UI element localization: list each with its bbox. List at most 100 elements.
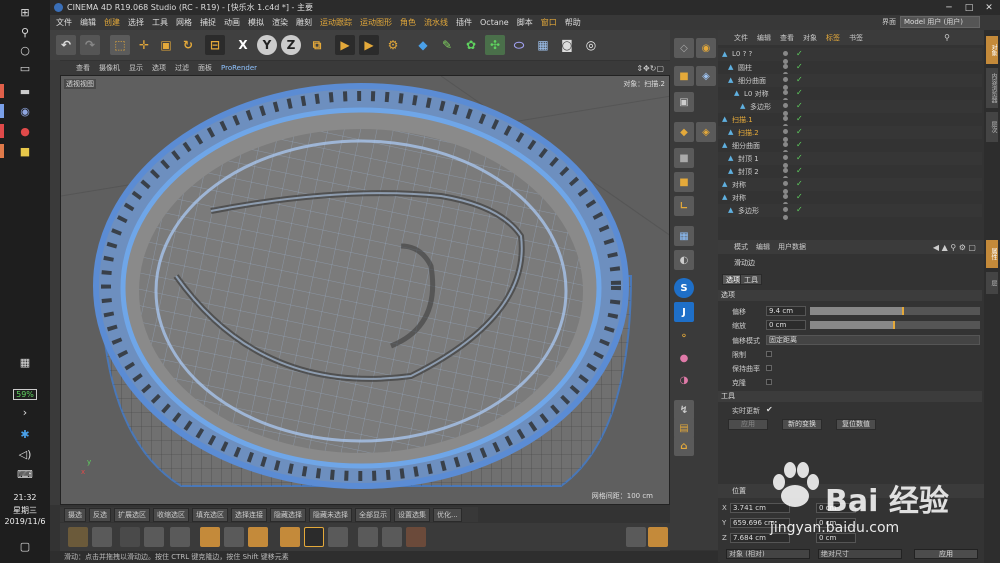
palette-j-icon[interactable]: J	[674, 302, 694, 322]
grid-icon[interactable]	[406, 527, 426, 547]
menu-tools[interactable]: 工具	[152, 17, 168, 28]
menu-create[interactable]: 创建	[104, 17, 120, 28]
workplane-icon[interactable]	[382, 527, 402, 547]
palette-icon-10[interactable]: ▦	[674, 226, 694, 246]
keyboard-icon[interactable]: ⌨	[0, 464, 50, 484]
axis-mode-icon[interactable]	[328, 527, 348, 547]
scale-tool-icon[interactable]: ▣	[156, 35, 176, 55]
menu-mesh[interactable]: 网格	[176, 17, 192, 28]
object-tree-row[interactable]: ▲ 对称 ✓	[718, 191, 982, 207]
viewport-nav-icons[interactable]: ⇕✥↻▢	[636, 64, 664, 73]
redo-icon[interactable]: ↷	[80, 35, 100, 55]
clone-checkbox[interactable]	[766, 379, 772, 385]
menu-window[interactable]: 窗口	[541, 17, 557, 28]
battery-indicator[interactable]: 59%	[0, 384, 50, 404]
pen-tool-icon[interactable]	[120, 527, 140, 547]
subdivision-surface-icon[interactable]: ✿	[461, 35, 481, 55]
object-tree-row[interactable]: ▲ 多边形 ✓	[718, 100, 982, 116]
coord-apply-button[interactable]: 应用	[914, 549, 978, 559]
snap-icon[interactable]	[358, 527, 378, 547]
side-tab-objects[interactable]: 对象	[986, 36, 998, 64]
knife-tool-icon[interactable]	[92, 527, 112, 547]
tab-select-all[interactable]: 摄选	[64, 507, 86, 522]
offset-slider[interactable]	[810, 307, 980, 315]
offset-field[interactable]: 9.4 cm	[766, 306, 806, 316]
notification-icon[interactable]: ▢	[0, 536, 50, 556]
move-tool-icon[interactable]: ✛	[134, 35, 154, 55]
om-search-icon[interactable]: ⚲	[944, 33, 950, 42]
object-tree-row[interactable]: ▲ 对称 ✓	[718, 178, 982, 194]
extrude-tool-icon[interactable]	[144, 527, 164, 547]
om-menu-edit[interactable]: 编辑	[757, 33, 771, 43]
menu-character[interactable]: 角色	[400, 17, 416, 28]
visibility-dots[interactable]	[782, 76, 792, 90]
tab-shrink[interactable]: 收缩选区	[153, 507, 189, 522]
coordinate-system-icon[interactable]: ⧉	[307, 35, 327, 55]
cube-primitive-icon[interactable]: ◆	[413, 35, 433, 55]
array-generator-icon[interactable]: ✣	[485, 35, 505, 55]
enabled-check-icon[interactable]: ✓	[796, 75, 803, 84]
visibility-dots[interactable]	[782, 154, 792, 168]
bottom-extra-icon-1[interactable]	[626, 527, 646, 547]
am-menu-userdata[interactable]: 用户数据	[778, 242, 806, 252]
visibility-dots[interactable]	[782, 167, 792, 181]
visibility-dots[interactable]	[782, 128, 792, 142]
palette-icon-4[interactable]: ▣	[674, 92, 694, 112]
menu-help[interactable]: 帮助	[565, 17, 581, 28]
texture-mode-icon[interactable]	[304, 527, 324, 547]
visibility-dots[interactable]	[782, 141, 792, 155]
palette-icon-9[interactable]: ∟	[674, 196, 694, 216]
om-menu-bookmarks[interactable]: 书签	[849, 33, 863, 43]
menu-mograph[interactable]: 运动图形	[360, 17, 392, 28]
palette-icon-7[interactable]: ■	[674, 148, 694, 168]
om-menu-objects[interactable]: 对象	[803, 33, 817, 43]
app-red-icon[interactable]: ●	[0, 121, 50, 141]
palette-icon-8[interactable]: ■	[674, 172, 694, 192]
object-tree-row[interactable]: ▲ L0 对称 ✓	[718, 87, 982, 103]
model-mode-icon[interactable]	[280, 527, 300, 547]
menu-sculpt[interactable]: 雕刻	[296, 17, 312, 28]
palette-icon-12[interactable]: ↯	[674, 400, 694, 420]
app-yellow-icon[interactable]: ■	[0, 141, 50, 161]
tab-hide-selected[interactable]: 隐藏选择	[270, 507, 306, 522]
object-tree-row[interactable]: ▲ 封顶 2 ✓	[718, 165, 982, 181]
tab-show-all[interactable]: 全部显示	[355, 507, 391, 522]
palette-icon-3[interactable]: ◈	[696, 66, 716, 86]
camera-icon[interactable]: ◙	[557, 35, 577, 55]
palette-icon-5[interactable]: ◆	[674, 122, 694, 142]
render-picture-viewer-icon[interactable]: ▶	[359, 35, 379, 55]
palette-icon-13[interactable]: ▤	[674, 418, 694, 438]
coord-mode-select[interactable]: 对象 (相对)	[726, 549, 810, 559]
enabled-check-icon[interactable]: ✓	[796, 127, 803, 136]
palette-icon-1[interactable]: ◇	[674, 38, 694, 58]
menu-animate[interactable]: 动画	[224, 17, 240, 28]
keep-curvature-checkbox[interactable]	[766, 365, 772, 371]
polygons-mode-icon[interactable]	[248, 527, 268, 547]
tray-app-icon[interactable]: ✱	[0, 424, 50, 444]
object-tree-row[interactable]: ▲ 圆柱 ✓	[718, 61, 982, 77]
new-transform-button[interactable]: 新的变换	[782, 419, 822, 430]
menu-snap[interactable]: 捕捉	[200, 17, 216, 28]
palette-sphere2-icon[interactable]: ◑	[674, 370, 694, 390]
enabled-check-icon[interactable]: ✓	[796, 153, 803, 162]
tab-connected[interactable]: 选择连接	[231, 507, 267, 522]
menu-script[interactable]: 脚本	[517, 17, 533, 28]
snap-s-icon[interactable]: S	[674, 278, 694, 298]
enabled-check-icon[interactable]: ✓	[796, 49, 803, 58]
am-menu-mode[interactable]: 模式	[734, 242, 748, 252]
viewport-menu-view[interactable]: 查看	[76, 63, 90, 73]
tab-optimize[interactable]: 优化...	[433, 507, 462, 522]
brush-tool-icon[interactable]	[68, 527, 88, 547]
object-tree-row[interactable]: ▲ 细分曲面 ✓	[718, 139, 982, 155]
side-tab-attributes[interactable]: 属性	[986, 240, 998, 268]
cube-object-icon[interactable]: ■	[674, 66, 694, 86]
enabled-check-icon[interactable]: ✓	[796, 166, 803, 175]
rotate-tool-icon[interactable]: ↻	[178, 35, 198, 55]
tab-invert[interactable]: 反选	[89, 507, 111, 522]
close-button[interactable]: ✕	[980, 0, 998, 15]
palette-icon-6[interactable]: ◈	[696, 122, 716, 142]
om-menu-file[interactable]: 文件	[734, 33, 748, 43]
tab-set-selection[interactable]: 设置选集	[394, 507, 430, 522]
visibility-dots[interactable]	[782, 206, 792, 220]
z-axis-lock-icon[interactable]: Z	[281, 35, 301, 55]
